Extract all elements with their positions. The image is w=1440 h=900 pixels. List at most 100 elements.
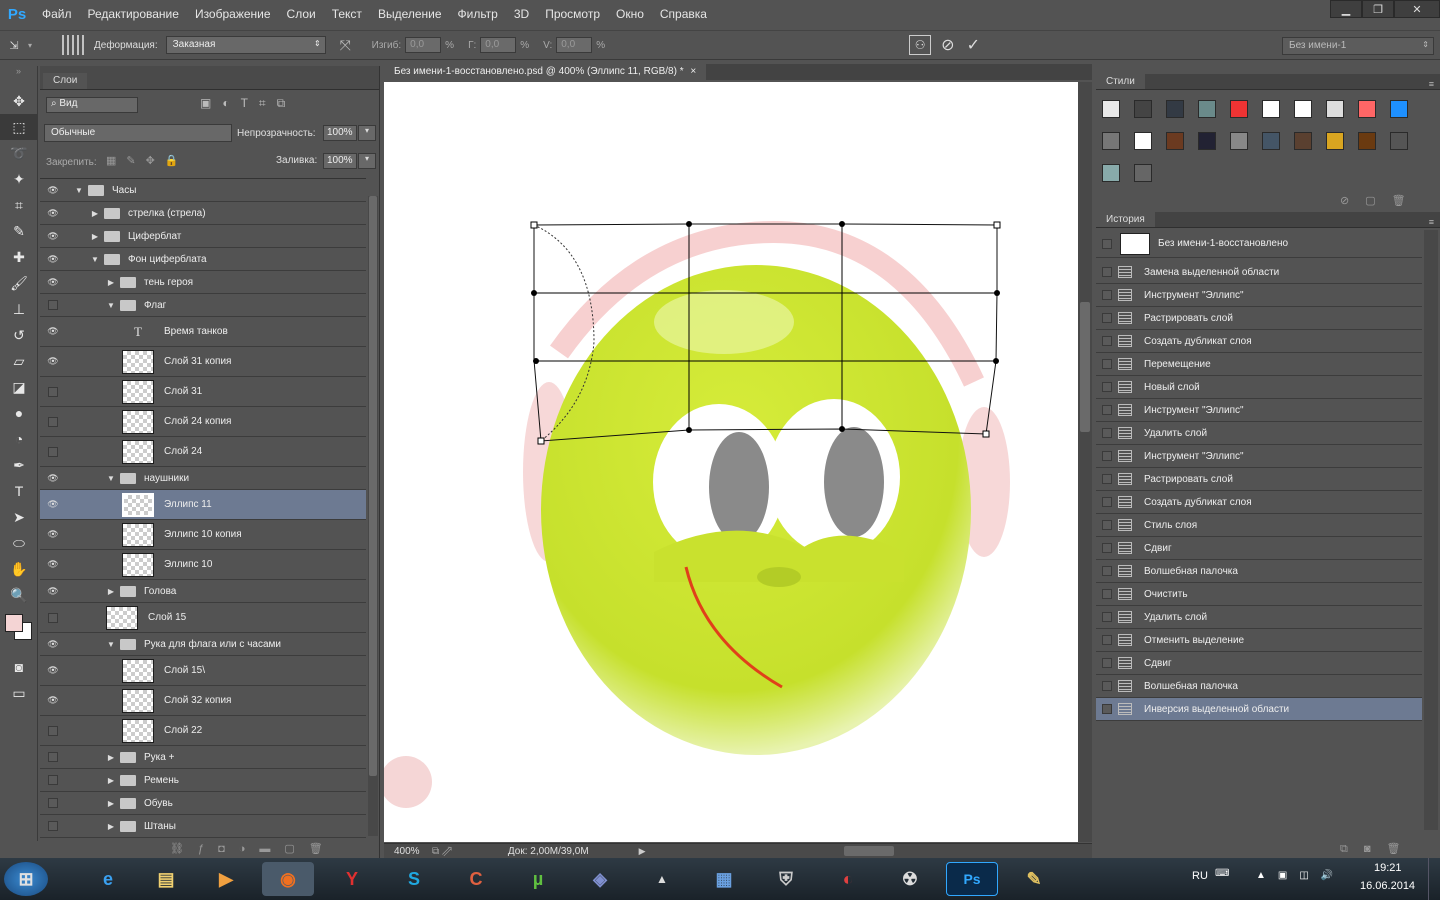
eye-icon[interactable]: 👁 bbox=[40, 277, 66, 288]
layer-group-row[interactable]: 👁 ▼ Часы bbox=[40, 179, 366, 202]
restore-button[interactable]: ❐ bbox=[1362, 0, 1394, 18]
tray-icons[interactable]: ▲▣◫🔊 bbox=[1256, 870, 1345, 881]
quick-mask-icon[interactable]: ◙ bbox=[0, 654, 38, 680]
history-item[interactable]: Инструмент "Эллипс" bbox=[1096, 445, 1422, 468]
layer-group-row[interactable]: 👁 ▼ Фон циферблата bbox=[40, 248, 366, 271]
media-player-icon[interactable]: ▶ bbox=[200, 862, 252, 896]
layer-row[interactable]: Слой 24 копия bbox=[40, 407, 366, 437]
menu-item[interactable]: Выделение bbox=[370, 0, 450, 28]
history-brush-tool-icon[interactable]: ↺ bbox=[0, 322, 38, 348]
history-checkbox[interactable] bbox=[1102, 658, 1112, 668]
visibility-toggle[interactable] bbox=[40, 725, 66, 736]
eye-icon[interactable]: 👁 bbox=[40, 473, 66, 484]
minimize-button[interactable]: ▁ bbox=[1330, 0, 1362, 18]
menu-item[interactable]: Справка bbox=[652, 0, 715, 28]
style-swatch[interactable] bbox=[1134, 132, 1152, 150]
layer-group-row[interactable]: 👁 ▶ стрелка (стрела) bbox=[40, 202, 366, 225]
snapshot-source-checkbox[interactable] bbox=[1102, 238, 1112, 249]
layer-group-row[interactable]: 👁 ▶ Голова bbox=[40, 580, 366, 603]
blend-mode-select[interactable]: Обычные bbox=[44, 124, 232, 142]
history-item[interactable]: Волшебная палочка bbox=[1096, 560, 1422, 583]
history-footer-icons[interactable]: ⧉◙🗑 bbox=[1340, 842, 1416, 856]
zoom-tool-icon[interactable]: 🔍 bbox=[0, 582, 38, 608]
style-swatch[interactable] bbox=[1230, 100, 1248, 118]
style-swatch[interactable] bbox=[1358, 132, 1376, 150]
eye-icon[interactable]: 👁 bbox=[40, 529, 66, 540]
history-item[interactable]: Волшебная палочка bbox=[1096, 675, 1422, 698]
styles-tab[interactable]: Стили bbox=[1096, 74, 1145, 89]
layer-group-row[interactable]: 👁 ▶ тень героя bbox=[40, 271, 366, 294]
paint-icon[interactable]: ✎ bbox=[1008, 862, 1060, 896]
history-checkbox[interactable] bbox=[1102, 566, 1112, 576]
marquee-tool-icon[interactable]: ⬚ bbox=[0, 114, 38, 140]
layer-row[interactable]: 👁 Слой 31 копия bbox=[40, 347, 366, 377]
style-swatch[interactable] bbox=[1102, 132, 1120, 150]
style-swatch[interactable] bbox=[1102, 100, 1120, 118]
style-swatch[interactable] bbox=[1102, 164, 1120, 182]
collapsed-triangle-icon[interactable]: ▶ bbox=[90, 209, 100, 218]
utorrent-icon[interactable]: µ bbox=[512, 862, 564, 896]
eye-icon[interactable]: 👁 bbox=[40, 326, 66, 337]
layer-row[interactable]: 👁 Слой 15\ bbox=[40, 656, 366, 686]
collapsed-triangle-icon[interactable]: ▶ bbox=[106, 753, 116, 762]
pen-tool-icon[interactable]: ✒ bbox=[0, 452, 38, 478]
network-icon[interactable]: ▦ bbox=[698, 862, 750, 896]
v-distort-input[interactable]: 0,0 bbox=[556, 37, 593, 53]
history-checkbox[interactable] bbox=[1102, 451, 1112, 461]
eye-icon[interactable]: 👁 bbox=[40, 586, 66, 597]
history-checkbox[interactable] bbox=[1102, 336, 1112, 346]
layer-group-row[interactable]: 👁 ▼ Рука для флага или с часами bbox=[40, 633, 366, 656]
style-swatch[interactable] bbox=[1262, 100, 1280, 118]
h-distort-input[interactable]: 0,0 bbox=[480, 37, 517, 53]
collapsed-triangle-icon[interactable]: ▶ bbox=[106, 278, 116, 287]
chevron-down-icon[interactable]: ▾ bbox=[358, 125, 376, 141]
history-checkbox[interactable] bbox=[1102, 382, 1112, 392]
visibility-toggle[interactable] bbox=[40, 775, 66, 785]
skype-icon[interactable]: S bbox=[388, 862, 440, 896]
layer-group-row[interactable]: ▶ Рука + bbox=[40, 746, 366, 769]
history-checkbox[interactable] bbox=[1102, 681, 1112, 691]
layer-group-row[interactable]: 👁 ▼ наушники bbox=[40, 467, 366, 490]
layer-group-row[interactable]: ▶ Штаны bbox=[40, 815, 366, 838]
collapsed-triangle-icon[interactable]: ▶ bbox=[106, 776, 116, 785]
visibility-toggle[interactable] bbox=[40, 821, 66, 831]
panel-menu-icon[interactable]: ≡ bbox=[1429, 217, 1434, 227]
horizontal-scroll-thumb[interactable] bbox=[844, 846, 894, 856]
menu-item[interactable]: Фильтр bbox=[450, 0, 506, 28]
menu-item[interactable]: 3D bbox=[506, 0, 537, 28]
warp-orientation-icon[interactable]: ⤧ bbox=[340, 37, 362, 54]
foreground-color-swatch[interactable] bbox=[5, 614, 23, 632]
style-swatch[interactable] bbox=[1294, 132, 1312, 150]
puppet-warp-icon[interactable]: ⚇ bbox=[909, 35, 932, 55]
history-item[interactable]: Очистить bbox=[1096, 583, 1422, 606]
healing-brush-tool-icon[interactable]: ✚ bbox=[0, 244, 38, 270]
collapsed-triangle-icon[interactable]: ▶ bbox=[106, 587, 116, 596]
game-icon[interactable]: ◐ bbox=[822, 862, 874, 896]
clock-date[interactable]: 16.06.2014 bbox=[1360, 880, 1415, 892]
eye-icon[interactable]: 👁 bbox=[40, 665, 66, 676]
internet-explorer-icon[interactable]: e bbox=[82, 862, 134, 896]
history-scrollbar[interactable] bbox=[1424, 230, 1438, 830]
history-checkbox[interactable] bbox=[1102, 474, 1112, 484]
style-swatch[interactable] bbox=[1166, 100, 1184, 118]
lock-icons[interactable]: ▦✎✥🔒 bbox=[106, 154, 189, 167]
style-swatch[interactable] bbox=[1166, 132, 1184, 150]
hand-tool-icon[interactable]: ✋ bbox=[0, 556, 38, 582]
collapsed-triangle-icon[interactable]: ▶ bbox=[90, 232, 100, 241]
history-checkbox[interactable] bbox=[1102, 635, 1112, 645]
eye-icon[interactable]: 👁 bbox=[40, 254, 66, 265]
eye-icon[interactable]: 👁 bbox=[40, 499, 66, 510]
canvas-vertical-scrollbar[interactable] bbox=[1078, 82, 1092, 842]
visibility-toggle[interactable] bbox=[40, 416, 66, 427]
clone-stamp-tool-icon[interactable]: ⊥ bbox=[0, 296, 38, 322]
move-tool-icon[interactable]: ✥ bbox=[0, 88, 38, 114]
history-checkbox[interactable] bbox=[1102, 267, 1112, 277]
layers-footer-icons[interactable]: ⛓ƒ◘◑▬▢🗑 bbox=[170, 842, 337, 855]
blur-tool-icon[interactable]: ● bbox=[0, 400, 38, 426]
history-checkbox[interactable] bbox=[1102, 543, 1112, 553]
history-item[interactable]: Сдвиг bbox=[1096, 652, 1422, 675]
history-checkbox[interactable] bbox=[1102, 405, 1112, 415]
zoom-readout[interactable]: 400% bbox=[384, 846, 428, 857]
visibility-toggle[interactable] bbox=[40, 752, 66, 762]
style-swatch[interactable] bbox=[1198, 132, 1216, 150]
